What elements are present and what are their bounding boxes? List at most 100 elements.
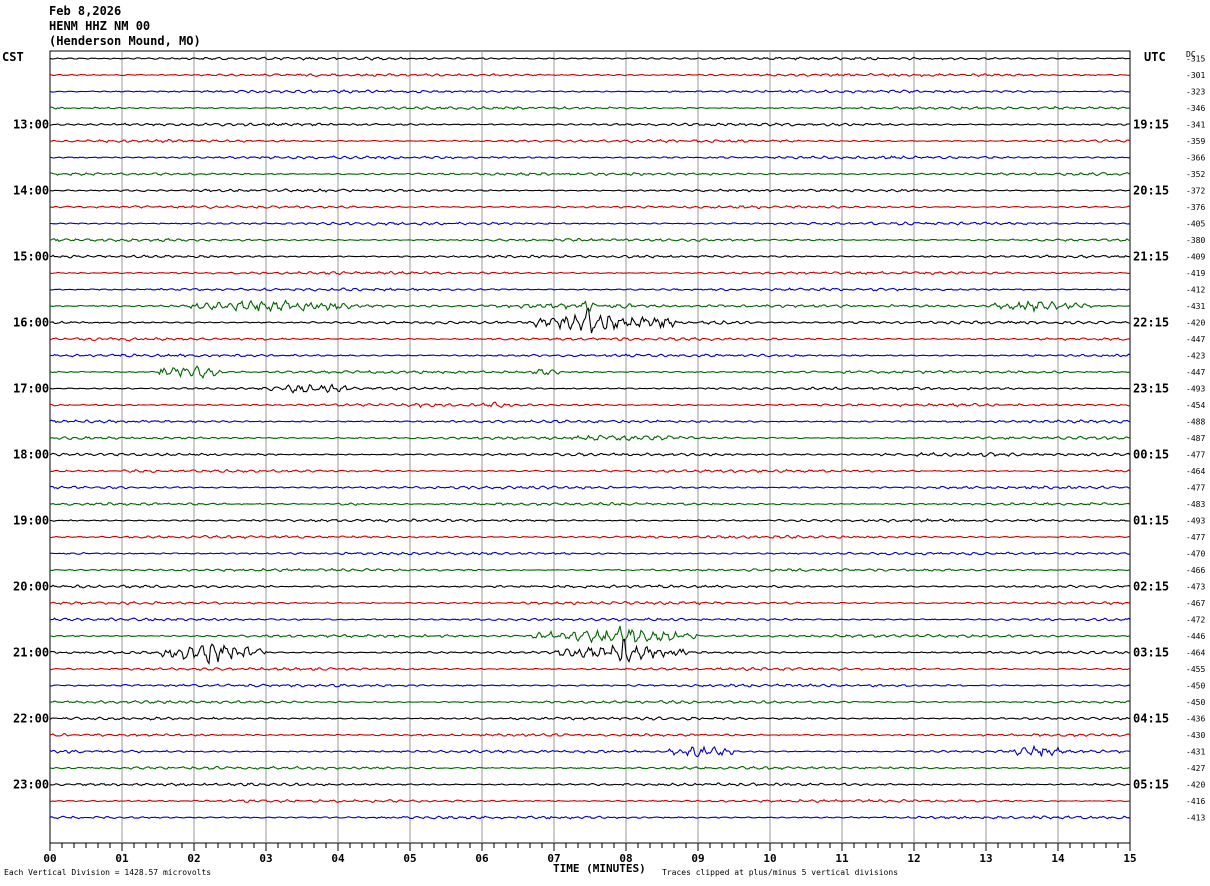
dc-offset-value: -413 [1186, 814, 1205, 823]
dc-offset-value: -412 [1186, 286, 1205, 295]
x-tick-label: 05 [403, 852, 416, 865]
trace-line [49, 782, 1131, 787]
dc-offset-value: -472 [1186, 616, 1205, 625]
x-tick-label: 14 [1051, 852, 1065, 865]
trace-line [49, 716, 1131, 721]
clipping-note: Traces clipped at plus/minus 5 vertical … [662, 868, 899, 877]
utc-hour-label: 01:15 [1133, 514, 1169, 528]
trace-line [49, 617, 1131, 622]
hour-labels: 13:00 14:00 15:00 16:00 17:00 18:00 19:00 20:00… [13, 55, 1205, 823]
x-tick-label: 03 [259, 852, 272, 865]
dc-offset-value: -409 [1186, 253, 1205, 262]
x-tick-label: 13 [979, 852, 992, 865]
trace-line [49, 105, 1131, 111]
dc-offset-value: -488 [1186, 418, 1205, 427]
utc-hour-label: 21:15 [1133, 250, 1169, 264]
trace-line [49, 122, 1131, 127]
utc-hour-label: 02:15 [1133, 580, 1169, 594]
trace-line [49, 638, 1131, 665]
trace-line [49, 89, 1131, 94]
dc-offset-value: -450 [1186, 698, 1205, 707]
trace-line [49, 155, 1131, 160]
trace-line [49, 584, 1131, 589]
cst-hour-label: 17:00 [13, 382, 49, 396]
vertical-scale-note: Each Vertical Division = 1428.57 microvo… [4, 868, 212, 877]
x-tick-label: 04 [331, 852, 345, 865]
dc-offset-value: -376 [1186, 203, 1205, 212]
dc-offset-value: -301 [1186, 71, 1205, 80]
trace-line [50, 221, 1131, 226]
dc-offset-value: -346 [1186, 104, 1205, 113]
dc-offset-value: -447 [1186, 368, 1205, 377]
dc-offset-value: -416 [1186, 797, 1205, 806]
dc-offset-value: -450 [1186, 682, 1205, 691]
x-tick-label: 01 [115, 852, 129, 865]
trace-line [50, 188, 1131, 193]
dc-offset-value: -477 [1186, 451, 1205, 460]
x-tick-label: 15 [1123, 852, 1136, 865]
dc-offset-value: -493 [1186, 517, 1205, 526]
utc-hour-label: 00:15 [1133, 448, 1169, 462]
minute-grid [49, 50, 1131, 844]
dc-offset-value: -477 [1186, 533, 1205, 542]
dc-offset-value: -405 [1186, 220, 1205, 229]
dc-offset-value: -464 [1186, 467, 1205, 476]
cst-hour-label: 15:00 [13, 250, 49, 264]
dc-offset-value: -323 [1186, 88, 1205, 97]
x-tick-label: 10 [763, 852, 776, 865]
trace-line [49, 307, 1131, 334]
dc-offset-value: -430 [1186, 731, 1205, 740]
trace-line [49, 254, 1131, 259]
trace-line [50, 765, 1131, 771]
cst-hour-label: 21:00 [13, 646, 49, 660]
trace-line [49, 451, 1131, 457]
trace-line [49, 138, 1131, 144]
dc-offset-value: -366 [1186, 154, 1205, 163]
trace-line [49, 798, 1131, 804]
trace-line [49, 365, 1131, 380]
trace-line [49, 600, 1131, 606]
trace-line [49, 270, 1131, 276]
dc-offset-value: -487 [1186, 434, 1205, 443]
trace-line [50, 732, 1131, 738]
trace-line [49, 204, 1131, 210]
dc-offset-value: -352 [1186, 170, 1205, 179]
cst-hour-label: 13:00 [13, 118, 49, 132]
utc-hour-label: 03:15 [1133, 646, 1169, 660]
utc-hour-label: 04:15 [1133, 712, 1169, 726]
dc-offset-value: -470 [1186, 550, 1205, 559]
seismogram-plot: 13:00 14:00 15:00 16:00 17:00 18:00 19:00 20:00… [13, 50, 1205, 865]
dc-offset-value: -431 [1186, 302, 1205, 311]
dc-offset-value: -466 [1186, 566, 1205, 575]
trace-line [49, 72, 1131, 78]
plot-frame [49, 50, 1131, 844]
trace-line [49, 287, 1131, 292]
cst-hour-label: 16:00 [13, 316, 49, 330]
dc-offset-value: -447 [1186, 335, 1205, 344]
x-tick-label: 02 [187, 852, 200, 865]
x-tick-label: 00 [43, 852, 56, 865]
trace-line [49, 501, 1131, 507]
dc-offset-value: -473 [1186, 583, 1205, 592]
dc-offset-value: -427 [1186, 764, 1205, 773]
trace-line [49, 468, 1131, 474]
dc-offset-value: -431 [1186, 748, 1205, 757]
x-tick-label: 09 [691, 852, 704, 865]
trace-line [49, 683, 1131, 688]
trace-line [49, 551, 1131, 556]
cst-hour-label: 22:00 [13, 712, 49, 726]
dc-offset-value: -372 [1186, 187, 1205, 196]
dc-offset-value: -446 [1186, 632, 1205, 641]
dc-offset-value: -420 [1186, 319, 1205, 328]
trace-line [49, 419, 1131, 424]
seismic-traces [49, 56, 1131, 820]
dc-offset-value: -419 [1186, 269, 1205, 278]
trace-line [49, 485, 1131, 490]
dc-offset-value: -423 [1186, 352, 1205, 361]
dc-offset-value: -467 [1186, 599, 1205, 608]
cst-hour-label: 18:00 [13, 448, 49, 462]
utc-hour-label: 22:15 [1133, 316, 1169, 330]
dc-offset-value: -341 [1186, 121, 1205, 130]
dc-offset-value: -454 [1186, 401, 1205, 410]
dc-offset-value: -315 [1186, 55, 1205, 64]
